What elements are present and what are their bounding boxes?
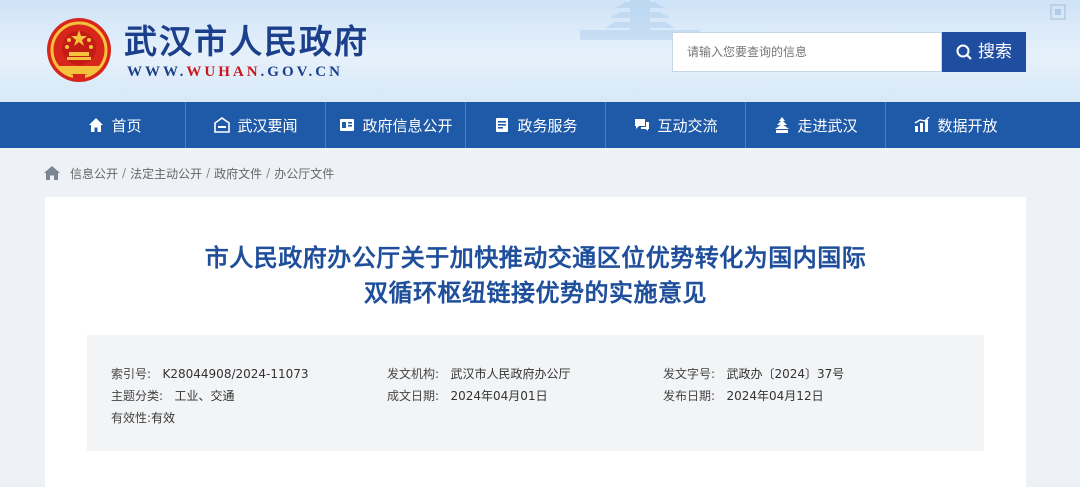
nav-item-label: 武汉要闻 bbox=[237, 116, 298, 135]
data-chart-icon bbox=[915, 117, 930, 132]
site-header: 武汉市人民政府 WWW.WUHAN.GOV.CN 搜索 bbox=[0, 0, 1080, 102]
news-icon bbox=[214, 117, 231, 133]
site-url[interactable]: WWW.WUHAN.GOV.CN bbox=[127, 64, 343, 81]
meta-value: K28044908/2024-11073 bbox=[162, 367, 309, 381]
meta-label: 索引号: bbox=[111, 367, 152, 381]
main-nav: 首页 武汉要闻 政府信息公开 政务服务 互动交流 走进武汉 数据开放 bbox=[0, 102, 1080, 148]
meta-index: 索引号: K28044908/2024-11073 bbox=[111, 365, 309, 382]
national-emblem-icon bbox=[47, 18, 111, 82]
breadcrumb: 信息公开 / 法定主动公开 / 政府文件 / 办公厅文件 bbox=[44, 163, 334, 183]
meta-published-date: 发布日期: 2024年04月12日 bbox=[663, 387, 824, 404]
document-title-line1: 市人民政府办公厅关于加快推动交通区位优势转化为国内国际 bbox=[204, 244, 867, 272]
nav-item-open-data[interactable]: 数据开放 bbox=[886, 102, 1026, 148]
service-icon bbox=[496, 118, 509, 132]
nav-item-about-wuhan[interactable]: 走进武汉 bbox=[746, 102, 886, 148]
meta-label: 主题分类: bbox=[111, 389, 164, 403]
search-icon bbox=[956, 44, 972, 60]
meta-value: 2024年04月12日 bbox=[726, 389, 824, 403]
nav-item-label: 走进武汉 bbox=[797, 116, 858, 135]
home-icon[interactable] bbox=[44, 166, 60, 180]
meta-value: 工业、交通 bbox=[174, 389, 235, 403]
meta-label: 发文机构: bbox=[387, 367, 440, 381]
search-button-label: 搜索 bbox=[978, 42, 1012, 62]
site-title[interactable]: 武汉市人民政府 bbox=[124, 22, 369, 62]
breadcrumb-link-statutory[interactable]: 法定主动公开 bbox=[130, 165, 202, 182]
search-button[interactable]: 搜索 bbox=[942, 32, 1026, 72]
nav-item-wuhan-news[interactable]: 武汉要闻 bbox=[186, 102, 326, 148]
breadcrumb-separator: / bbox=[266, 166, 271, 180]
document-title: 市人民政府办公厅关于加快推动交通区位优势转化为国内国际 双循环枢纽链接优势的实施… bbox=[45, 241, 1026, 311]
interaction-icon bbox=[635, 119, 650, 131]
site-url-suffix: .GOV.CN bbox=[260, 64, 343, 80]
nav-item-info-disclosure[interactable]: 政府信息公开 bbox=[326, 102, 466, 148]
breadcrumb-separator: / bbox=[206, 166, 211, 180]
meta-issuer: 发文机构: 武汉市人民政府办公厅 bbox=[387, 365, 571, 382]
meta-value: 武汉市人民政府办公厅 bbox=[450, 367, 571, 381]
nav-item-interaction[interactable]: 互动交流 bbox=[606, 102, 746, 148]
document-meta-table: 索引号: K28044908/2024-11073 发文机构: 武汉市人民政府办… bbox=[87, 335, 984, 451]
nav-item-gov-service[interactable]: 政务服务 bbox=[466, 102, 606, 148]
home-icon bbox=[89, 118, 104, 132]
breadcrumb-link-gov-docs[interactable]: 政府文件 bbox=[214, 165, 262, 182]
document-title-line2: 双循环枢纽链接优势的实施意见 bbox=[364, 279, 707, 307]
meta-created-date: 成文日期: 2024年04月01日 bbox=[387, 387, 548, 404]
meta-validity: 有效性:有效 bbox=[111, 409, 175, 426]
document-card: 市人民政府办公厅关于加快推动交通区位优势转化为国内国际 双循环枢纽链接优势的实施… bbox=[45, 197, 1026, 487]
site-url-prefix: WWW. bbox=[127, 64, 187, 80]
meta-docno: 发文字号: 武政办〔2024〕37号 bbox=[663, 365, 844, 382]
meta-label: 成文日期: bbox=[387, 389, 440, 403]
meta-value: 2024年04月01日 bbox=[450, 389, 548, 403]
breadcrumb-link-info[interactable]: 信息公开 bbox=[70, 165, 118, 182]
meta-label: 有效性: bbox=[111, 411, 152, 425]
nav-item-label: 数据开放 bbox=[937, 116, 998, 135]
meta-label: 发文字号: bbox=[663, 367, 716, 381]
meta-value: 有效 bbox=[151, 411, 176, 425]
corner-decoration-icon bbox=[1050, 4, 1066, 20]
nav-item-home[interactable]: 首页 bbox=[45, 102, 185, 148]
breadcrumb-separator: / bbox=[122, 166, 127, 180]
info-disclosure-icon bbox=[340, 119, 355, 131]
meta-topic: 主题分类: 工业、交通 bbox=[111, 387, 235, 404]
site-url-highlight: WUHAN bbox=[186, 64, 261, 80]
nav-item-label: 互动交流 bbox=[657, 116, 718, 135]
meta-label: 发布日期: bbox=[663, 389, 716, 403]
nav-item-label: 政务服务 bbox=[517, 116, 578, 135]
nav-item-label: 首页 bbox=[111, 116, 142, 135]
city-icon bbox=[775, 117, 790, 133]
nav-item-label: 政府信息公开 bbox=[362, 116, 453, 135]
breadcrumb-link-office-docs[interactable]: 办公厅文件 bbox=[274, 165, 334, 182]
meta-value: 武政办〔2024〕37号 bbox=[726, 367, 845, 381]
search-input[interactable] bbox=[672, 32, 942, 72]
